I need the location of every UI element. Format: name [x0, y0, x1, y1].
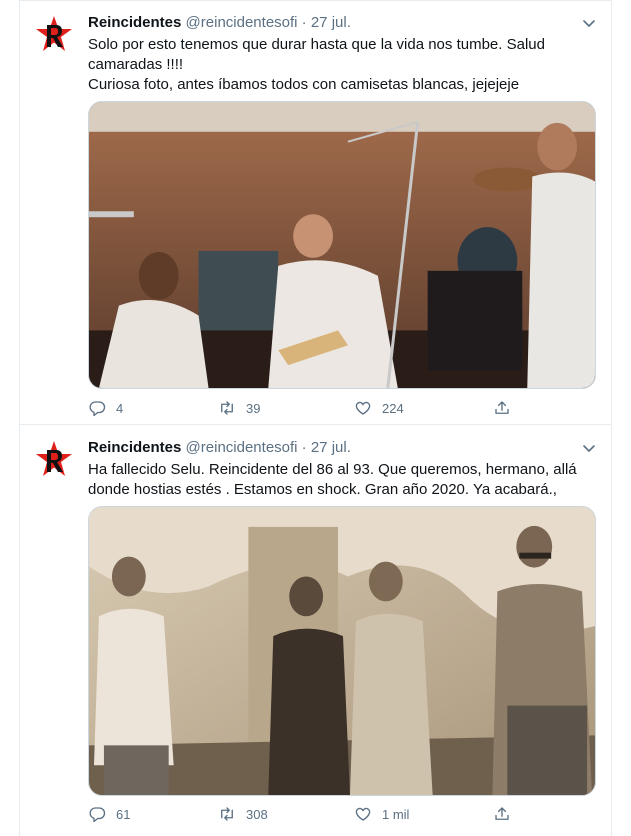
tweet-header: Reincidentes @reincidentesofi · 27 jul.: [88, 438, 599, 458]
reply-count: 61: [116, 806, 131, 822]
like-count: 224: [382, 400, 404, 416]
share-icon: [495, 807, 509, 820]
share-icon: [495, 401, 509, 414]
avatar[interactable]: [32, 438, 76, 482]
tweet-text: Solo por esto tenemos que durar hasta qu…: [88, 35, 593, 95]
author-handle[interactable]: @reincidentesofi: [186, 439, 298, 456]
author-name[interactable]: Reincidentes: [88, 14, 181, 31]
tweet-header: Reincidentes @reincidentesofi · 27 jul.: [88, 13, 599, 33]
tweet-text-line: Curiosa foto, antes íbamos todos con cam…: [88, 76, 520, 93]
share-button[interactable]: [493, 398, 521, 418]
chevron-down-icon[interactable]: [581, 440, 597, 456]
share-button[interactable]: [493, 804, 521, 824]
reincidentes-logo-icon: [36, 16, 72, 51]
tweet-photo-band[interactable]: [88, 506, 596, 796]
reply-count: 4: [116, 400, 124, 416]
retweet-button[interactable]: 39: [218, 398, 260, 418]
reply-icon: [89, 401, 106, 417]
reply-icon: [89, 807, 106, 823]
separator-dot: ·: [301, 439, 307, 456]
like-count: 1 mil: [382, 806, 410, 822]
avatar[interactable]: [32, 13, 76, 57]
tweet-actions: 4 39 224: [88, 398, 528, 418]
tweet-text: Ha fallecido Selu. Reincidente del 86 al…: [88, 460, 593, 500]
timeline: Reincidentes @reincidentesofi · 27 jul. …: [19, 0, 612, 836]
tweet-date[interactable]: 27 jul.: [311, 14, 351, 31]
retweet-button[interactable]: 308: [218, 804, 268, 824]
retweet-icon: [221, 401, 233, 415]
tweet-text-line: Solo por esto tenemos que durar hasta qu…: [88, 36, 545, 73]
reincidentes-logo-icon: [36, 441, 72, 476]
tweet[interactable]: Reincidentes @reincidentesofi · 27 jul. …: [20, 0, 611, 425]
heart-icon: [355, 401, 371, 415]
tweet-photo-concert[interactable]: [88, 101, 596, 389]
author-handle[interactable]: @reincidentesofi: [186, 14, 298, 31]
reply-button[interactable]: 61: [88, 804, 130, 824]
retweet-icon: [221, 807, 233, 821]
tweet-date[interactable]: 27 jul.: [311, 439, 351, 456]
separator-dot: ·: [301, 14, 307, 31]
tweet-actions: 61 308 1 mil: [88, 804, 528, 824]
heart-icon: [355, 807, 371, 821]
reply-button[interactable]: 4: [88, 398, 123, 418]
tweet-text-line: Ha fallecido Selu. Reincidente del 86 al…: [88, 461, 577, 498]
chevron-down-icon[interactable]: [581, 15, 597, 31]
retweet-count: 39: [246, 400, 261, 416]
like-button[interactable]: 224: [354, 398, 404, 418]
retweet-count: 308: [246, 806, 268, 822]
tweet[interactable]: Reincidentes @reincidentesofi · 27 jul. …: [20, 426, 611, 836]
like-button[interactable]: 1 mil: [354, 804, 409, 824]
author-name[interactable]: Reincidentes: [88, 439, 181, 456]
